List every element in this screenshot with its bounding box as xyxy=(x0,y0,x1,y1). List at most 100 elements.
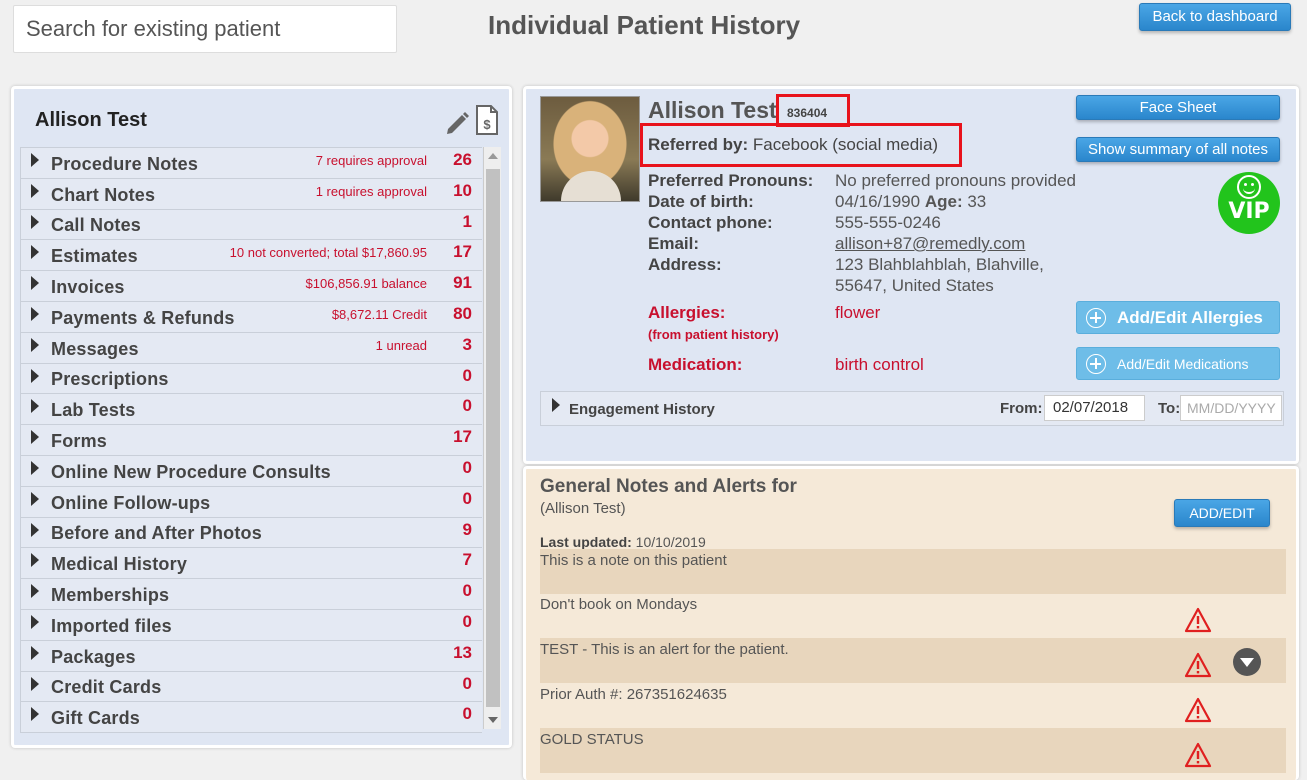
section-label[interactable]: Forms xyxy=(51,431,107,452)
patient-name-heading: Allison Test xyxy=(35,109,147,131)
plus-circle-icon xyxy=(1086,308,1106,328)
expand-arrow-icon[interactable] xyxy=(31,430,39,445)
sections-scrollbar[interactable] xyxy=(483,147,501,729)
section-item[interactable]: Chart Notes 1 requires approval 10 xyxy=(20,178,482,210)
note-row: GOLD STATUS xyxy=(540,728,1286,773)
scroll-down-icon[interactable] xyxy=(488,717,498,723)
section-label[interactable]: Memberships xyxy=(51,585,169,606)
expand-arrow-icon[interactable] xyxy=(31,276,39,291)
expand-arrow-icon[interactable] xyxy=(31,214,39,229)
section-item[interactable]: Before and After Photos 9 xyxy=(20,517,482,549)
expand-arrow-icon[interactable] xyxy=(31,245,39,260)
from-date-input[interactable]: 02/07/2018 xyxy=(1044,395,1145,421)
expand-arrow-icon[interactable] xyxy=(31,491,39,506)
section-item[interactable]: Invoices $106,856.91 balance 91 xyxy=(20,271,482,302)
section-item[interactable]: Imported files 0 xyxy=(20,609,482,641)
section-label[interactable]: Messages xyxy=(51,339,139,360)
section-label[interactable]: Credit Cards xyxy=(51,677,161,698)
section-note: 1 requires approval xyxy=(315,183,427,199)
section-label[interactable]: Call Notes xyxy=(51,215,141,236)
back-to-dashboard-button[interactable]: Back to dashboard xyxy=(1139,3,1291,31)
expand-arrow-icon[interactable] xyxy=(31,614,39,629)
expand-arrow-icon[interactable] xyxy=(31,553,39,568)
engagement-history-label[interactable]: Engagement History xyxy=(569,401,715,418)
expand-arrow-icon[interactable] xyxy=(31,306,39,321)
section-label[interactable]: Estimates xyxy=(51,246,138,267)
smiley-icon xyxy=(1237,175,1261,199)
section-item[interactable]: Call Notes 1 xyxy=(20,209,482,241)
expand-arrow-icon[interactable] xyxy=(31,183,39,198)
email-label: Email: xyxy=(648,234,700,253)
patient-sections-panel: Allison Test $ Procedure Notes 7 requires… xyxy=(11,86,512,748)
section-label[interactable]: Imported files xyxy=(51,616,172,637)
section-item[interactable]: Estimates 10 not converted; total $17,860… xyxy=(20,240,482,272)
section-label[interactable]: Lab Tests xyxy=(51,400,136,421)
scroll-thumb[interactable] xyxy=(486,169,500,707)
section-label[interactable]: Online Follow-ups xyxy=(51,493,210,514)
search-input[interactable]: Search for existing patient xyxy=(13,5,397,53)
section-item[interactable]: Payments & Refunds $8,672.11 Credit 80 xyxy=(20,301,482,333)
engagement-history-row[interactable]: Engagement History From: 02/07/2018 To: … xyxy=(540,391,1284,426)
section-item[interactable]: Prescriptions 0 xyxy=(20,363,482,395)
section-count: 91 xyxy=(453,273,472,293)
expand-arrow-icon[interactable] xyxy=(31,153,39,167)
section-item[interactable]: Medical History 7 xyxy=(20,548,482,580)
section-note: 10 not converted; total $17,860.95 xyxy=(229,245,427,261)
add-edit-allergies-button[interactable]: Add/Edit Allergies xyxy=(1076,301,1280,334)
section-label[interactable]: Packages xyxy=(51,647,136,668)
section-label[interactable]: Gift Cards xyxy=(51,708,140,729)
notes-title: General Notes and Alerts for xyxy=(540,476,797,497)
expand-arrow-icon[interactable] xyxy=(31,368,39,383)
general-notes-panel: General Notes and Alerts for (Allison Te… xyxy=(523,466,1299,780)
face-sheet-button[interactable]: Face Sheet xyxy=(1076,95,1280,120)
expand-arrow-icon[interactable] xyxy=(31,337,39,352)
expand-arrow-icon[interactable] xyxy=(552,398,560,412)
scroll-up-icon[interactable] xyxy=(488,153,498,159)
section-item[interactable]: Procedure Notes 7 requires approval 26 xyxy=(20,148,482,179)
expand-arrow-icon[interactable] xyxy=(31,676,39,691)
summary-notes-button[interactable]: Show summary of all notes xyxy=(1076,137,1280,162)
section-count: 26 xyxy=(453,150,472,169)
section-label[interactable]: Prescriptions xyxy=(51,369,169,390)
section-item[interactable]: Lab Tests 0 xyxy=(20,394,482,426)
warning-icon xyxy=(1184,742,1212,768)
expand-arrow-icon[interactable] xyxy=(31,399,39,414)
expand-arrow-icon[interactable] xyxy=(31,460,39,475)
section-item[interactable]: Gift Cards 0 xyxy=(20,702,482,734)
warning-icon xyxy=(1184,607,1212,633)
to-date-input[interactable]: MM/DD/YYYY xyxy=(1180,395,1282,421)
section-label[interactable]: Online New Procedure Consults xyxy=(51,462,331,483)
expand-arrow-icon[interactable] xyxy=(31,707,39,722)
section-label[interactable]: Procedure Notes xyxy=(51,154,198,175)
pencil-icon[interactable] xyxy=(444,109,470,135)
section-item[interactable]: Forms 17 xyxy=(20,425,482,456)
section-label[interactable]: Chart Notes xyxy=(51,185,155,206)
section-item[interactable]: Packages 13 xyxy=(20,640,482,672)
expand-arrow-icon[interactable] xyxy=(31,645,39,660)
section-item[interactable]: Online New Procedure Consults 0 xyxy=(20,455,482,487)
section-item[interactable]: Online Follow-ups 0 xyxy=(20,486,482,518)
from-label: From: xyxy=(1000,400,1043,417)
note-text: Prior Auth #: 267351624635 xyxy=(540,686,727,703)
section-label[interactable]: Invoices xyxy=(51,277,125,298)
section-label[interactable]: Payments & Refunds xyxy=(51,308,235,329)
section-label[interactable]: Medical History xyxy=(51,554,187,575)
chevron-down-circle-icon[interactable] xyxy=(1233,648,1261,676)
medication-label: Medication: xyxy=(648,355,743,374)
phone-label: Contact phone: xyxy=(648,213,773,232)
add-edit-medications-button[interactable]: Add/Edit Medications xyxy=(1076,347,1280,380)
billing-icon[interactable]: $ xyxy=(476,105,498,135)
section-count: 0 xyxy=(462,611,472,631)
section-item[interactable]: Messages 1 unread 3 xyxy=(20,332,482,364)
section-label[interactable]: Before and After Photos xyxy=(51,523,262,544)
add-edit-notes-button[interactable]: ADD/EDIT xyxy=(1174,499,1270,527)
patient-name: Allison Test xyxy=(648,97,777,123)
address-line1: 123 Blahblahblah, Blahville, xyxy=(835,255,1044,274)
expand-arrow-icon[interactable] xyxy=(31,522,39,537)
section-count: 0 xyxy=(462,673,472,693)
email-link[interactable]: allison+87@remedly.com xyxy=(835,234,1025,254)
section-note: $8,672.11 Credit xyxy=(331,306,427,322)
section-item[interactable]: Credit Cards 0 xyxy=(20,671,482,703)
expand-arrow-icon[interactable] xyxy=(31,584,39,599)
section-item[interactable]: Memberships 0 xyxy=(20,579,482,610)
